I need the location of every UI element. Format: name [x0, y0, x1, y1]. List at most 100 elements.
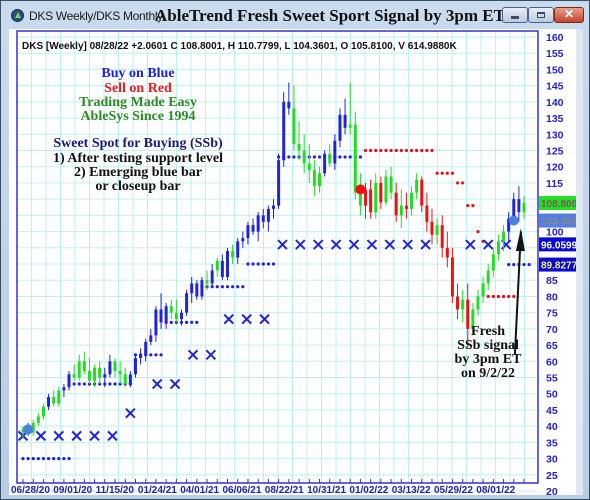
price-chart[interactable]: 160 155 150 145 140 135 130 125 120 115 100 85 80 75 7… [9, 29, 583, 495]
candle-body [103, 374, 107, 378]
candle-body [410, 192, 414, 209]
chart-area[interactable]: 160 155 150 145 140 135 130 125 120 115 100 85 80 75 7… [9, 29, 583, 495]
y-tick-label: 130 [546, 129, 564, 141]
resistance-dot [425, 148, 429, 153]
candle-body [113, 361, 117, 372]
support-dot [527, 263, 531, 267]
annotation-ssb-rule1: 1) After testing support level [53, 151, 223, 166]
candle-body [353, 124, 357, 193]
resistance-dot [409, 148, 414, 153]
buy-signal-dot [23, 424, 34, 435]
y-tick-label: 85 [546, 275, 558, 287]
candle-body [67, 374, 71, 388]
resistance-dot [496, 294, 501, 299]
close-button[interactable]: ✕ [554, 7, 584, 23]
candle-body [343, 114, 347, 128]
annotation-fresh: SSb signal [457, 338, 519, 353]
resistance-dot [420, 148, 424, 153]
candle-body [297, 144, 301, 151]
candle-body [302, 150, 306, 164]
candle-body [108, 361, 112, 375]
candle-body [430, 221, 434, 235]
support-dot [77, 382, 81, 386]
fresh-ssb-signal-dot [508, 215, 519, 226]
resistance-dot [379, 148, 383, 153]
support-dot [46, 456, 51, 461]
resistance-dot [369, 148, 373, 153]
resistance-dot [466, 204, 470, 208]
candle-body [190, 283, 194, 294]
candle-body [123, 374, 127, 385]
resistance-dot [389, 148, 393, 153]
x-tick-label: 01/24/21 [138, 485, 177, 495]
candle-body [241, 238, 245, 242]
maximize-button[interactable] [528, 7, 554, 23]
candle-body [159, 309, 163, 323]
support-dot [338, 155, 342, 159]
candle-body [476, 296, 480, 310]
candle-body [466, 299, 470, 329]
sell-signal-dot [355, 184, 366, 195]
y-tick-label: 40 [546, 421, 558, 433]
candle-body [205, 280, 209, 284]
candle-body [404, 205, 408, 209]
close-icon: ✕ [563, 7, 575, 21]
resistance-dot [486, 294, 490, 299]
y-tick-label: 115 [546, 178, 563, 190]
candle-body [139, 354, 143, 359]
support-dot [507, 263, 511, 267]
price-label-text: 96.0599 [541, 240, 578, 251]
candle-body [369, 189, 373, 213]
candle-body [128, 374, 132, 385]
support-dot [292, 155, 296, 159]
x-tick-label: 08/01/22 [476, 485, 515, 495]
y-tick-label: 35 [546, 437, 558, 449]
candle-body [374, 182, 378, 213]
candle-body [481, 283, 485, 297]
candle-body [333, 140, 337, 164]
resistance-dot [430, 148, 434, 153]
candle-body [236, 241, 240, 258]
support-dot [108, 382, 112, 386]
resistance-dot [450, 171, 455, 175]
candle-body [154, 309, 158, 336]
candle-body [261, 215, 265, 222]
annotation-fresh: by 3pm ET [455, 352, 523, 367]
support-dot [36, 456, 40, 461]
minimize-button[interactable] [502, 7, 528, 23]
y-tick-label: 70 [546, 324, 558, 336]
support-dot [52, 456, 56, 461]
candle-body [440, 225, 444, 248]
candle-body [348, 124, 352, 128]
candle-body [118, 371, 122, 375]
resistance-dot [512, 294, 516, 299]
resistance-dot [471, 204, 475, 208]
candle-body [195, 283, 199, 297]
support-dot [184, 320, 189, 324]
y-tick-label: 120 [546, 162, 564, 174]
support-dot [251, 262, 255, 266]
y-tick-label: 20 [546, 486, 558, 495]
support-dot [113, 382, 117, 386]
support-dot [358, 155, 363, 159]
vertical-scrollbar[interactable] [576, 29, 583, 495]
resistance-dot [455, 181, 460, 185]
title-bar[interactable]: DKS Weekly/DKS Monthly AbleTrend Fresh S… [1, 1, 589, 29]
support-dot [72, 382, 76, 386]
y-tick-label: 145 [546, 81, 564, 93]
support-dot [215, 285, 219, 289]
annotation-sell: Sell on Red [104, 81, 172, 96]
x-tick-label: 11/15/20 [96, 485, 135, 495]
support-dot [271, 262, 276, 266]
resistance-dot [461, 181, 465, 185]
support-dot [190, 320, 194, 324]
candle-body [149, 335, 153, 342]
support-dot [82, 382, 86, 386]
candle-body [522, 203, 526, 213]
candle-body [200, 280, 204, 297]
support-dot [236, 285, 240, 289]
candle-body [82, 361, 86, 372]
candle-body [272, 205, 275, 209]
annotation-ssb-rule2b: or closeup bar [95, 179, 180, 194]
candle-body [179, 312, 183, 320]
